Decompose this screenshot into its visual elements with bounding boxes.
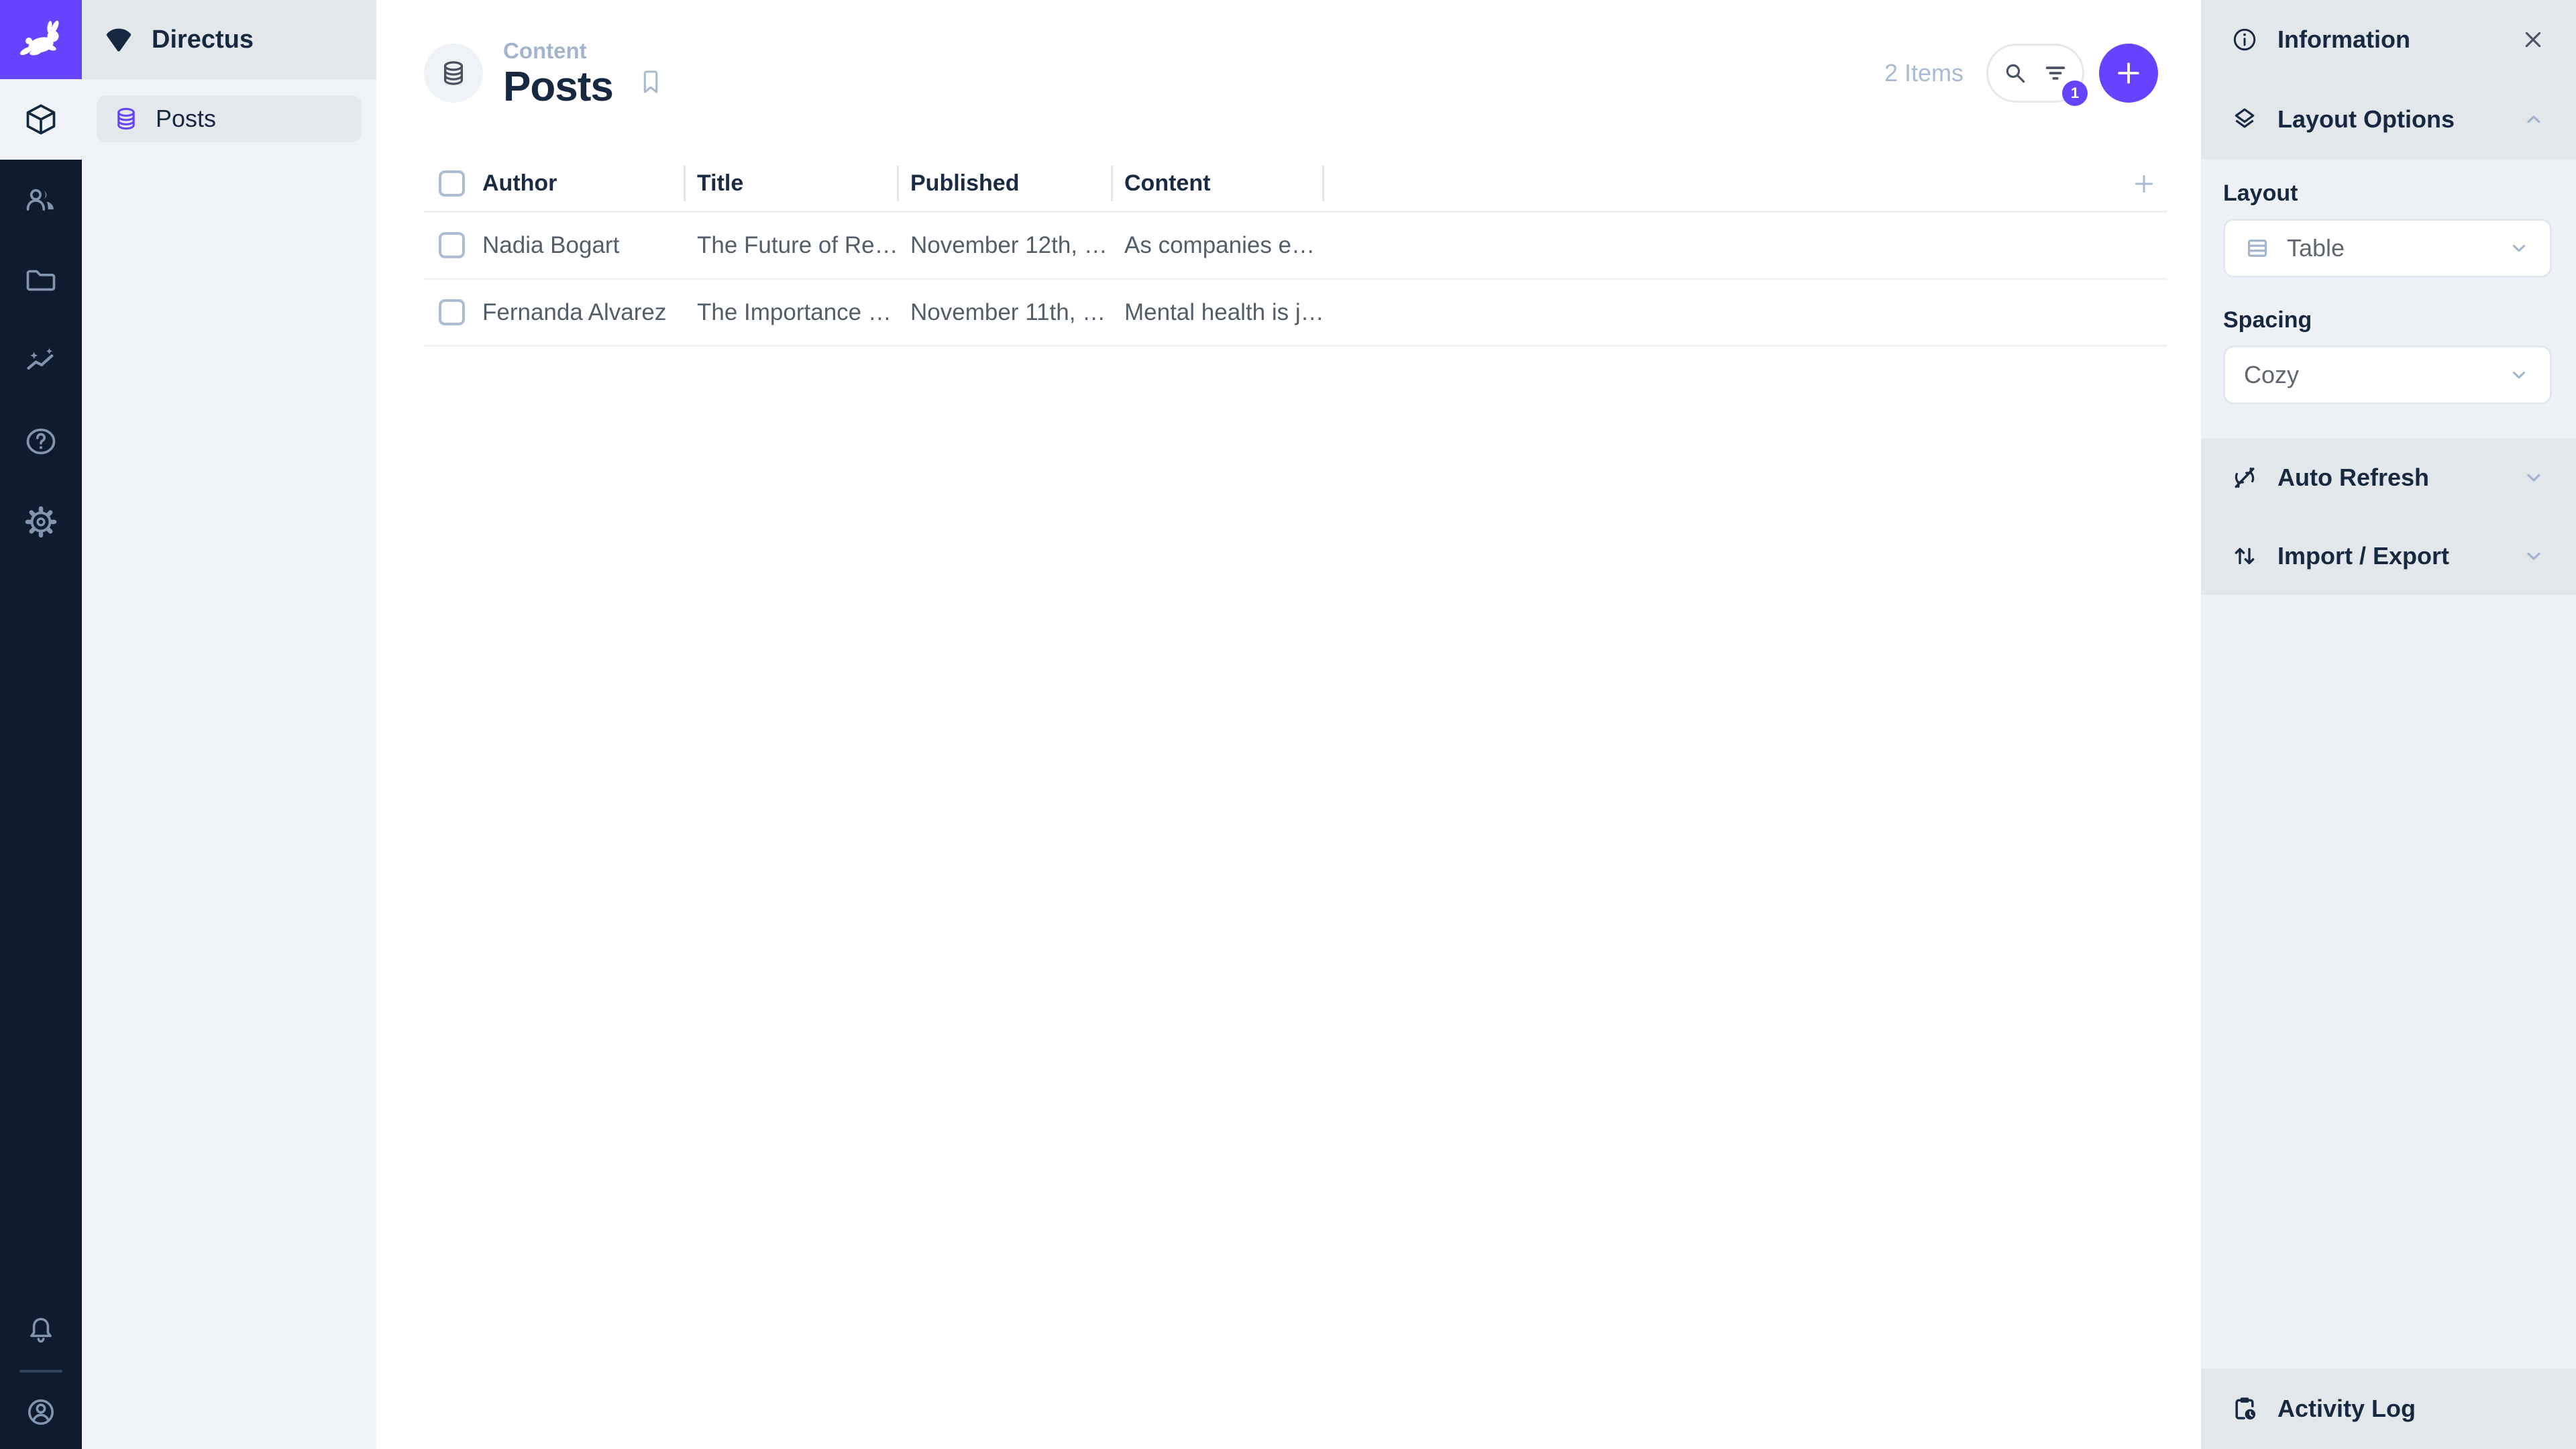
project-name: Directus [152, 25, 254, 54]
auto-refresh-accordion[interactable]: Auto Refresh [2201, 438, 2576, 517]
row-checkbox[interactable] [439, 232, 465, 258]
directus-rabbit-icon [19, 20, 59, 56]
close-sidebar-button[interactable] [2520, 26, 2546, 53]
sidebar-empty-space [2201, 595, 2576, 1368]
chevron-down-icon [2521, 543, 2546, 569]
title-block: Content Posts [503, 38, 614, 110]
layout-options-accordion[interactable]: Layout Options [2201, 79, 2576, 159]
bookmark-button[interactable] [636, 67, 665, 97]
project-fan-icon [106, 28, 131, 52]
sync-disabled-icon [2235, 467, 2255, 488]
cube-icon [26, 104, 56, 135]
chevron-up-icon [2521, 107, 2546, 132]
sidebar-title: Information [2277, 25, 2410, 53]
layout-select-value: Table [2287, 234, 2345, 262]
module-help[interactable] [0, 401, 82, 482]
cell-content: As companies e… [1124, 231, 1316, 258]
module-bar [0, 0, 82, 1449]
import-export-accordion[interactable]: Import / Export [2201, 517, 2576, 595]
table-row[interactable]: Nadia Bogart The Future of Re… November … [424, 213, 2167, 280]
bookmark-icon [643, 70, 658, 93]
project-switcher[interactable]: Directus [82, 0, 376, 79]
search-icon[interactable] [2001, 59, 2029, 87]
activity-log-button[interactable]: Activity Log [2201, 1368, 2576, 1449]
nav-item-label: Posts [156, 105, 217, 132]
layout-options-panel: Layout Table Spacing Cozy [2201, 159, 2576, 438]
database-icon [117, 107, 135, 130]
cell-published: November 12th, … [910, 231, 1108, 258]
module-users[interactable] [0, 160, 82, 240]
settings-icon [25, 506, 57, 538]
cell-content: Mental health is j… [1124, 299, 1324, 325]
cell-title: The Future of Re… [697, 231, 897, 258]
layout-field-label: Layout [2223, 180, 2298, 206]
table-header-row: Author Title Published Content [424, 156, 2167, 213]
insights-icon [27, 348, 54, 370]
plus-icon [2135, 174, 2153, 193]
nav-sidebar: Directus Posts [82, 0, 376, 1449]
table-row[interactable]: Fernanda Alvarez The Importance … Novemb… [424, 280, 2167, 347]
page-title: Posts [503, 64, 614, 110]
breadcrumb: Content [503, 38, 587, 63]
chevron-down-icon [2512, 245, 2526, 252]
cell-title: The Importance … [697, 299, 892, 325]
filter-icon[interactable] [2041, 59, 2070, 87]
select-all-checkbox[interactable] [439, 170, 465, 197]
close-icon [2525, 32, 2541, 48]
bell-icon [30, 1318, 52, 1343]
items-count: 2 Items [1884, 59, 1964, 87]
module-insights[interactable] [0, 321, 82, 401]
column-header-content[interactable]: Content [1111, 156, 1324, 211]
collections-nav: Posts [82, 79, 376, 158]
information-header: Information [2201, 0, 2576, 79]
module-content[interactable] [0, 79, 82, 160]
module-settings[interactable] [0, 482, 82, 562]
spacing-field-label: Spacing [2223, 307, 2312, 333]
accordion-label: Import / Export [2277, 541, 2450, 570]
add-column-button[interactable] [2131, 170, 2167, 197]
directus-logo-button[interactable] [0, 0, 82, 79]
layout-select[interactable]: Table [2223, 219, 2552, 278]
cell-author: Nadia Bogart [482, 231, 620, 258]
accordion-label: Layout Options [2277, 105, 2455, 133]
column-header-published[interactable]: Published [897, 156, 1111, 211]
database-icon [443, 61, 464, 85]
page-header: Content Posts 2 Items 1 [376, 0, 2201, 146]
nav-item-posts[interactable]: Posts [97, 95, 362, 142]
items-table: Author Title Published Content Nadia Bog… [424, 156, 2167, 347]
main-content: Content Posts 2 Items 1 Author Title Pub… [376, 0, 2201, 1449]
filter-count-badge: 1 [2062, 80, 2088, 106]
account-icon [28, 1399, 54, 1425]
spacing-select-value: Cozy [2244, 361, 2300, 388]
column-header-title[interactable]: Title [684, 156, 897, 211]
info-icon [2233, 28, 2256, 51]
users-icon [26, 189, 54, 211]
column-header-author[interactable]: Author [472, 156, 684, 211]
cell-author: Fernanda Alvarez [482, 299, 667, 325]
account-button[interactable] [0, 1375, 82, 1449]
accordion-label: Auto Refresh [2277, 463, 2430, 491]
search-filter-pill: 1 [1986, 44, 2088, 106]
folder-icon [26, 270, 56, 291]
activity-log-icon [2235, 1397, 2256, 1420]
module-files[interactable] [0, 240, 82, 321]
row-checkbox[interactable] [439, 299, 465, 325]
help-icon [26, 428, 56, 455]
chevron-down-icon [2512, 372, 2526, 379]
info-sidebar: Information Layout Options Layout Table [2201, 0, 2576, 1449]
directus-app: { "colors": { "brand_purple": "#6644ff",… [0, 0, 2576, 1449]
create-item-button[interactable] [2099, 44, 2158, 103]
plus-icon [2118, 62, 2139, 84]
chevron-down-icon [2521, 465, 2546, 490]
import-export-icon [2235, 547, 2255, 564]
collection-icon-button[interactable] [424, 44, 483, 103]
layers-icon [2235, 108, 2255, 128]
spacing-select[interactable]: Cozy [2223, 345, 2552, 405]
notifications-button[interactable] [0, 1293, 82, 1367]
table-layout-icon [2247, 239, 2267, 257]
cell-published: November 11th, … [910, 299, 1106, 325]
module-bar-divider [19, 1370, 62, 1373]
activity-log-label: Activity Log [2277, 1395, 2416, 1422]
